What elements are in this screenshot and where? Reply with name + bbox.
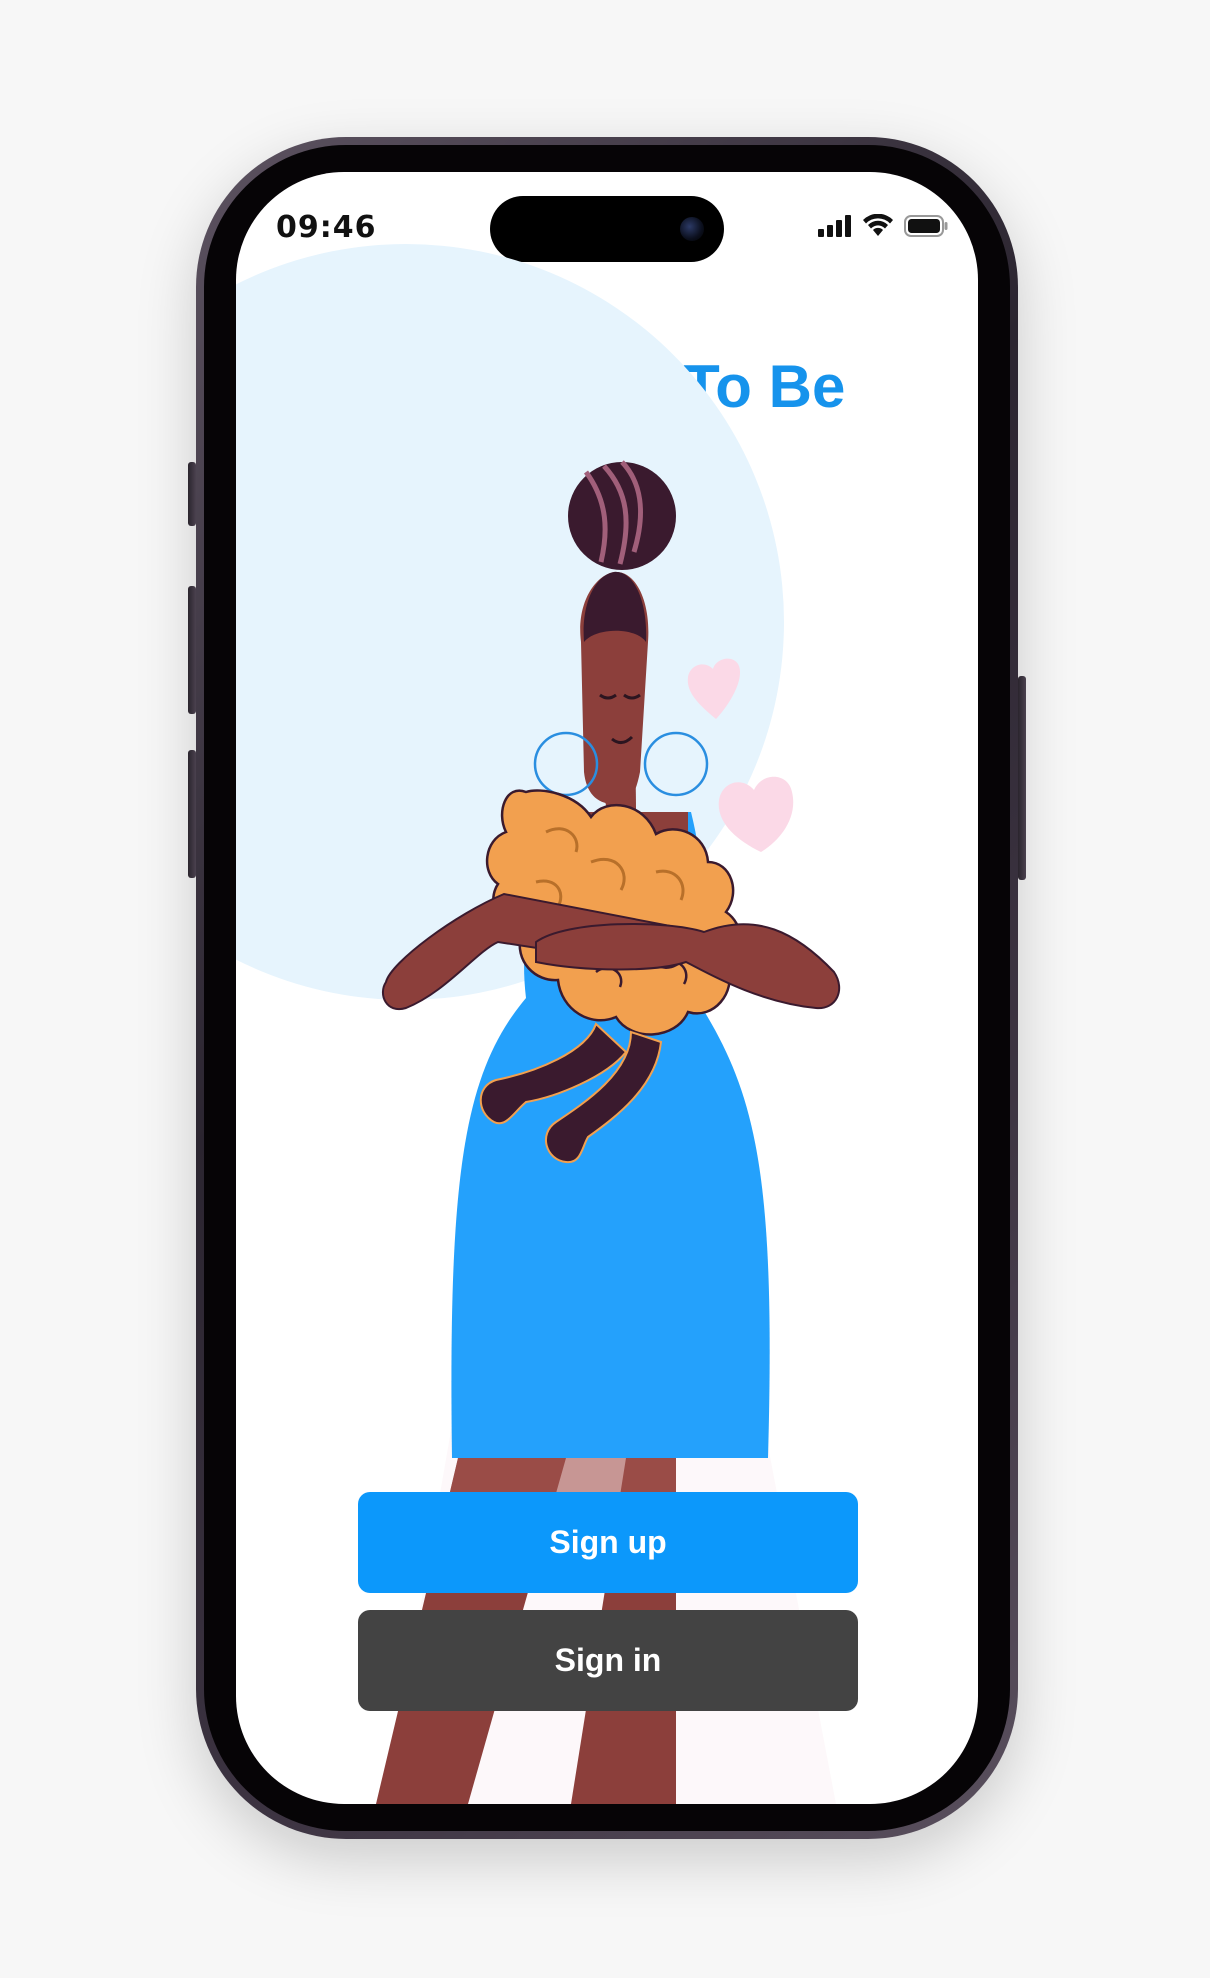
power-button xyxy=(1018,676,1026,880)
sign-up-button[interactable]: Sign up xyxy=(358,1492,858,1593)
volume-up-button xyxy=(188,586,196,714)
heart-icon xyxy=(718,776,794,852)
volume-down-button xyxy=(188,750,196,878)
sign-in-button[interactable]: Sign in xyxy=(358,1610,858,1711)
action-button xyxy=(188,462,196,526)
app-screen: 09:46 It’s Ok Not To Be OKAY !! xyxy=(236,172,978,1804)
